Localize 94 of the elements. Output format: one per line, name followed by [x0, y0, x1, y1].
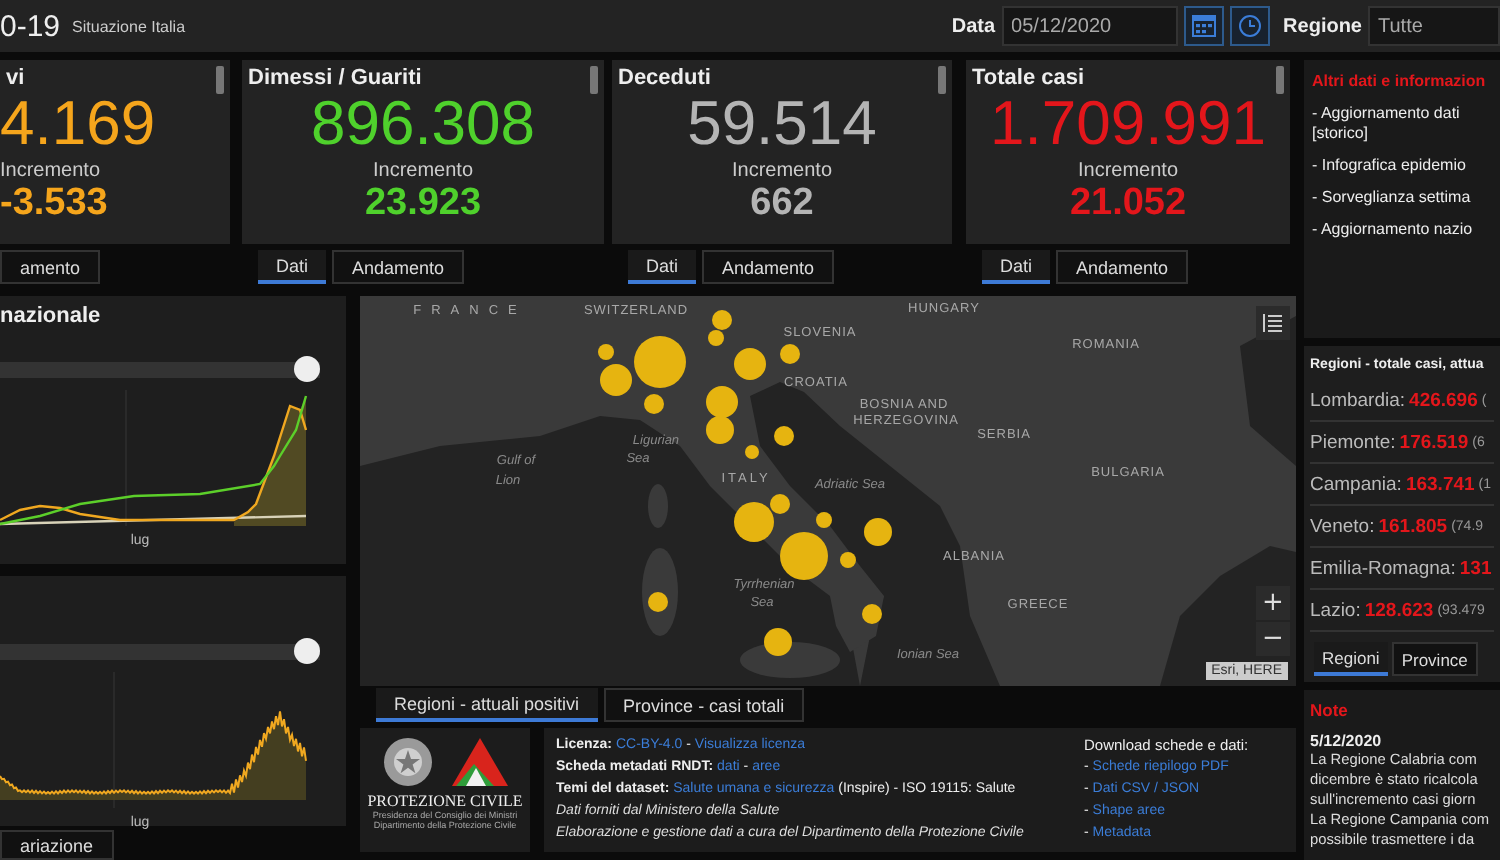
card-title: Deceduti: [616, 66, 711, 90]
tab[interactable]: Dati: [628, 250, 697, 284]
scrollbar[interactable]: [590, 66, 598, 94]
slider-handle[interactable]: [294, 356, 320, 382]
clock-icon: [1237, 14, 1262, 38]
tab[interactable]: Dati: [258, 250, 327, 284]
region-label: Regione: [1283, 15, 1362, 37]
stat-value: 896.308: [310, 90, 536, 158]
stat-value: 59.514: [687, 90, 877, 158]
stat-value: 1.709.991: [990, 90, 1266, 158]
info-link[interactable]: - Infografica epidemio: [1312, 156, 1492, 174]
app-title: 0-19: [0, 9, 61, 43]
region-name: Lazio:: [1310, 599, 1361, 621]
scrollbar[interactable]: [216, 66, 224, 94]
map-bubble[interactable]: [780, 344, 800, 364]
map-bubble[interactable]: [816, 512, 832, 528]
region-field[interactable]: Tutte: [1368, 6, 1500, 46]
region-value: 161.805: [1378, 515, 1448, 537]
tab[interactable]: Province - casi totali: [603, 688, 805, 722]
tab[interactable]: Andamento: [1056, 250, 1189, 284]
info-title: Altri dati e informazion: [1312, 72, 1488, 90]
note-title: Note: [1310, 700, 1350, 720]
map-bubble[interactable]: [634, 336, 686, 388]
zoom-out-button[interactable]: −: [1256, 622, 1290, 656]
card-title: vi: [4, 66, 25, 90]
triangle-logo-icon: [449, 736, 509, 788]
card-title: Totale casi: [970, 66, 1085, 90]
map-bubble[interactable]: [600, 364, 632, 396]
app-subtitle: Situazione Italia: [72, 17, 186, 35]
increment-value: 21.052: [1069, 182, 1187, 224]
increment-value: -3.533: [0, 182, 108, 224]
brand-name: PROTEZIONE CIVILE: [367, 792, 523, 810]
increment-value: 23.923: [364, 182, 482, 224]
chart-area: [234, 396, 306, 526]
increment-label: Incremento: [0, 160, 101, 182]
chart-title: nazionale: [0, 304, 103, 332]
increment-label: Incremento: [731, 160, 833, 182]
region-name: Veneto:: [1310, 515, 1375, 537]
tab[interactable]: Andamento: [702, 250, 835, 284]
increment-value: 662: [750, 182, 814, 224]
region-value: 163.741: [1405, 473, 1475, 495]
map-bubble[interactable]: [644, 394, 664, 414]
info-link[interactable]: - Aggiornamento dati: [1312, 104, 1492, 122]
tab[interactable]: amento: [0, 250, 101, 284]
map-bubble[interactable]: [780, 532, 828, 580]
region-row[interactable]: Emilia-Romagna: 131: [1310, 548, 1494, 590]
note-date: 5/12/2020: [1310, 732, 1384, 750]
map-bubble[interactable]: [734, 502, 774, 542]
tab[interactable]: Regioni: [1314, 642, 1388, 676]
map-bubble[interactable]: [706, 386, 738, 418]
time-button[interactable]: [1229, 6, 1270, 46]
map-bubble[interactable]: [706, 416, 734, 444]
map-bubble[interactable]: [864, 518, 892, 546]
emblem-icon: [381, 736, 433, 788]
map-bubble[interactable]: [745, 445, 759, 459]
region-name: Lombardia:: [1310, 389, 1406, 411]
calendar-button[interactable]: [1183, 6, 1224, 46]
card-title: Dimessi / Guariti: [246, 66, 422, 90]
scrollbar[interactable]: [1276, 66, 1284, 94]
increment-label: Incremento: [1077, 160, 1179, 182]
map-bubble[interactable]: [770, 494, 790, 514]
map-bubble[interactable]: [734, 348, 766, 380]
tab[interactable]: Dati: [982, 250, 1051, 284]
region-name: Campania:: [1310, 473, 1402, 495]
scrollbar[interactable]: [938, 66, 946, 94]
calendar-icon: [1191, 14, 1216, 38]
region-value: 128.623: [1364, 599, 1434, 621]
slider-handle[interactable]: [294, 638, 320, 664]
stat-value: 4.169: [0, 90, 156, 158]
zoom-in-button[interactable]: +: [1256, 586, 1290, 620]
info-link[interactable]: [storico]: [1312, 124, 1492, 142]
date-label: Data: [951, 15, 996, 37]
info-link[interactable]: - Aggiornamento nazio: [1312, 220, 1492, 238]
increment-label: Incremento: [372, 160, 474, 182]
tab[interactable]: Province: [1391, 642, 1478, 676]
tab[interactable]: Regioni - attuali positivi: [376, 688, 598, 722]
info-link[interactable]: - Sorveglianza settima: [1312, 188, 1492, 206]
region-name: Emilia-Romagna:: [1310, 557, 1456, 579]
region-value: 176.519: [1399, 431, 1469, 453]
map-bubble[interactable]: [648, 592, 668, 612]
map-bubble[interactable]: [862, 604, 882, 624]
map-bubble[interactable]: [598, 344, 614, 360]
range-slider[interactable]: [0, 356, 320, 382]
date-field[interactable]: 05/12/2020: [1001, 6, 1178, 46]
region-name: Piemonte:: [1310, 431, 1396, 453]
tab[interactable]: ariazione: [0, 830, 114, 860]
legend-button[interactable]: [1256, 306, 1290, 340]
region-value: 131: [1459, 557, 1492, 579]
map-bubble[interactable]: [840, 552, 856, 568]
region-value: 426.696: [1409, 389, 1478, 411]
tab[interactable]: Andamento: [332, 250, 465, 284]
map-bubble[interactable]: [764, 628, 792, 656]
range-slider[interactable]: [0, 638, 320, 664]
list-icon: [1262, 312, 1284, 334]
